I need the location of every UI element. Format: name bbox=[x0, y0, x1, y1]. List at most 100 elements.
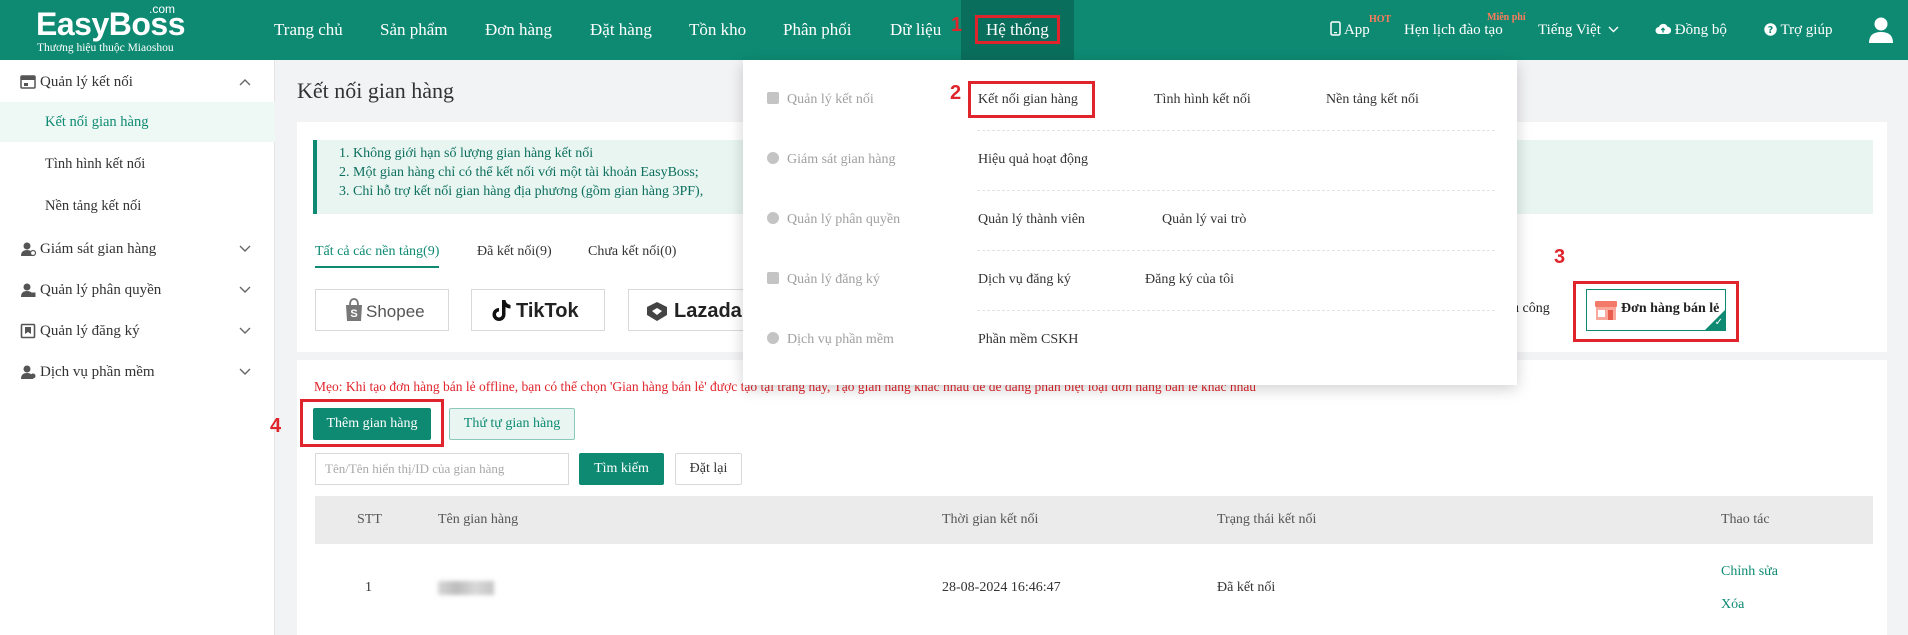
question-circle-icon: ? bbox=[1764, 23, 1777, 36]
tab-not-connected[interactable]: Chưa kết nối(0) bbox=[588, 244, 676, 260]
reset-button[interactable]: Đặt lại bbox=[675, 453, 742, 485]
free-badge: Miễn phí bbox=[1487, 12, 1526, 23]
platform-lazada[interactable]: Lazada bbox=[628, 289, 746, 331]
column-header-connected-at: Thời gian kết nối bbox=[942, 512, 1039, 527]
sidebar-group-label: Giám sát gian hàng bbox=[40, 241, 157, 257]
svg-text:S: S bbox=[350, 308, 357, 320]
dropdown-link-roles[interactable]: Quản lý vai trò bbox=[1162, 212, 1246, 228]
category-icon bbox=[767, 92, 779, 104]
sidebar-group-permissions[interactable]: Quản lý phân quyền bbox=[0, 270, 275, 310]
user-monitor-icon bbox=[21, 242, 36, 257]
dropdown-link-members[interactable]: Quản lý thành viên bbox=[978, 212, 1085, 228]
nav-home[interactable]: Trang chủ bbox=[274, 0, 343, 60]
sidebar-item-store-connection[interactable]: Kết nối gian hàng bbox=[45, 112, 149, 132]
nav-data[interactable]: Dữ liệu bbox=[890, 0, 941, 60]
dropdown-link-connection-platforms[interactable]: Nền tảng kết nối bbox=[1326, 92, 1419, 108]
step-marker-2: 2 bbox=[950, 82, 962, 104]
app-label: App bbox=[1343, 22, 1370, 38]
training-link[interactable]: Hẹn lịch đào tạo bbox=[1404, 0, 1503, 60]
phone-icon bbox=[1330, 21, 1341, 36]
platform-retail-order[interactable]: Đơn hàng bán lẻ ✓ bbox=[1586, 289, 1726, 331]
sidebar-item-connection-platforms[interactable]: Nền tảng kết nối bbox=[45, 196, 141, 216]
retail-highlight-box: Đơn hàng bán lẻ ✓ bbox=[1573, 281, 1739, 342]
tab-connected[interactable]: Đã kết nối(9) bbox=[477, 244, 552, 260]
dropdown-row-permissions: Quản lý phân quyền Quản lý thành viên Qu… bbox=[743, 180, 1517, 240]
delete-link[interactable]: Xóa bbox=[1721, 597, 1744, 613]
sidebar-group-software-services[interactable]: Dịch vụ phần mềm bbox=[0, 352, 275, 392]
dropdown-link-performance[interactable]: Hiệu quả hoạt động bbox=[978, 152, 1088, 168]
easyboss-logo[interactable]: EasyBoss .com Thương hiệu thuộc Miaoshou bbox=[36, 2, 206, 56]
sidebar-group-connections[interactable]: Quản lý kết nối bbox=[0, 62, 275, 102]
step-marker-1: 1 bbox=[951, 14, 963, 36]
system-dropdown-menu: Quản lý kết nối Kết nối gian hàng Tình h… bbox=[743, 60, 1517, 385]
column-header-status: Trạng thái kết nối bbox=[1217, 512, 1317, 527]
hot-badge: HOT bbox=[1369, 14, 1392, 25]
dropdown-category: Quản lý đăng ký bbox=[767, 272, 880, 288]
step-marker-4: 4 bbox=[270, 415, 282, 437]
sidebar-group-label: Quản lý phân quyền bbox=[40, 282, 162, 298]
edit-link[interactable]: Chỉnh sửa bbox=[1721, 564, 1778, 580]
row-connected-at: 28-08-2024 16:46:47 bbox=[942, 580, 1061, 595]
chevron-up-icon bbox=[239, 79, 251, 86]
store-order-button[interactable]: Thứ tự gian hàng bbox=[449, 408, 575, 440]
chevron-down-icon bbox=[239, 286, 251, 293]
dropdown-link-subscription-services[interactable]: Dịch vụ đăng ký bbox=[978, 272, 1071, 288]
notice-line-1: 1. Không giới hạn số lượng gian hàng kết… bbox=[339, 146, 594, 161]
sync-button[interactable]: Đồng bộ bbox=[1655, 0, 1727, 60]
column-header-store-name: Tên gian hàng bbox=[438, 512, 519, 527]
add-store-button[interactable]: Thêm gian hàng bbox=[313, 408, 431, 440]
nav-system-label: Hệ thống bbox=[975, 15, 1060, 44]
dropdown-link-cskh-software[interactable]: Phần mềm CSKH bbox=[978, 332, 1078, 348]
user-lock-icon bbox=[21, 283, 36, 297]
sidebar-group-store-monitoring[interactable]: Giám sát gian hàng bbox=[0, 229, 275, 269]
sidebar-group-label: Quản lý đăng ký bbox=[40, 323, 140, 339]
tab-all-platforms[interactable]: Tất cả các nền tảng(9) bbox=[315, 244, 440, 268]
chevron-down-icon bbox=[1608, 26, 1619, 33]
notice-line-3: 3. Chỉ hỗ trợ kết nối gian hàng địa phươ… bbox=[339, 184, 704, 199]
nav-orders[interactable]: Đơn hàng bbox=[485, 0, 552, 60]
dropdown-link-connection-status[interactable]: Tình hình kết nối bbox=[1154, 92, 1251, 108]
language-selector[interactable]: Tiếng Việt bbox=[1538, 0, 1619, 60]
cloud-upload-icon bbox=[1655, 23, 1672, 34]
app-link[interactable]: App bbox=[1330, 0, 1370, 60]
category-icon bbox=[767, 152, 779, 164]
nav-purchase[interactable]: Đặt hàng bbox=[590, 0, 652, 60]
row-status: Đã kết nối bbox=[1217, 580, 1276, 595]
search-input[interactable] bbox=[315, 453, 569, 485]
dropdown-category: Giám sát gian hàng bbox=[767, 152, 895, 168]
category-icon bbox=[767, 212, 779, 224]
dropdown-category: Dịch vụ phần mềm bbox=[767, 332, 894, 348]
category-icon bbox=[767, 332, 779, 344]
platform-shopee[interactable]: S Shopee bbox=[315, 289, 449, 331]
nav-inventory[interactable]: Tồn kho bbox=[689, 0, 746, 60]
chevron-down-icon bbox=[239, 368, 251, 375]
platform-manual-label[interactable]: ủ công bbox=[1512, 301, 1550, 317]
nav-products[interactable]: Sản phẩm bbox=[380, 0, 448, 60]
search-button[interactable]: Tìm kiếm bbox=[579, 453, 664, 485]
sidebar-item-connection-status[interactable]: Tình hình kết nối bbox=[45, 154, 145, 174]
brand-tagline: Thương hiệu thuộc Miaoshou bbox=[37, 42, 174, 54]
store-icon bbox=[20, 75, 36, 89]
user-avatar-icon[interactable] bbox=[1868, 16, 1894, 44]
page-title: Kết nối gian hàng bbox=[297, 78, 455, 103]
bookmark-icon bbox=[20, 323, 36, 339]
checkmark-icon: ✓ bbox=[1714, 317, 1723, 328]
user-service-icon bbox=[21, 365, 36, 379]
sidebar-group-label: Quản lý kết nối bbox=[40, 74, 133, 90]
shopee-bag-icon: S bbox=[346, 298, 362, 321]
nav-system[interactable]: Hệ thống bbox=[961, 0, 1074, 60]
shop-front-icon bbox=[1595, 301, 1617, 320]
brand-suffix: .com bbox=[149, 2, 176, 16]
dropdown-row-connections: Quản lý kết nối Kết nối gian hàng Tình h… bbox=[743, 60, 1517, 120]
platform-tiktok[interactable]: TikTok bbox=[471, 289, 605, 331]
svg-text:?: ? bbox=[1768, 25, 1774, 36]
dropdown-link-my-subscriptions[interactable]: Đăng ký của tôi bbox=[1145, 272, 1234, 288]
help-link[interactable]: ? Trợ giúp bbox=[1764, 0, 1832, 60]
chevron-down-icon bbox=[239, 245, 251, 252]
dropdown-row-subscriptions: Quản lý đăng ký Dịch vụ đăng ký Đăng ký … bbox=[743, 240, 1517, 300]
column-header-actions: Thao tác bbox=[1721, 512, 1770, 527]
nav-distribution[interactable]: Phân phối bbox=[783, 0, 851, 60]
dropdown-row-software: Dịch vụ phần mềm Phần mềm CSKH bbox=[743, 300, 1517, 360]
sidebar-group-subscriptions[interactable]: Quản lý đăng ký bbox=[0, 311, 275, 351]
dropdown-row-monitoring: Giám sát gian hàng Hiệu quả hoạt động bbox=[743, 120, 1517, 180]
